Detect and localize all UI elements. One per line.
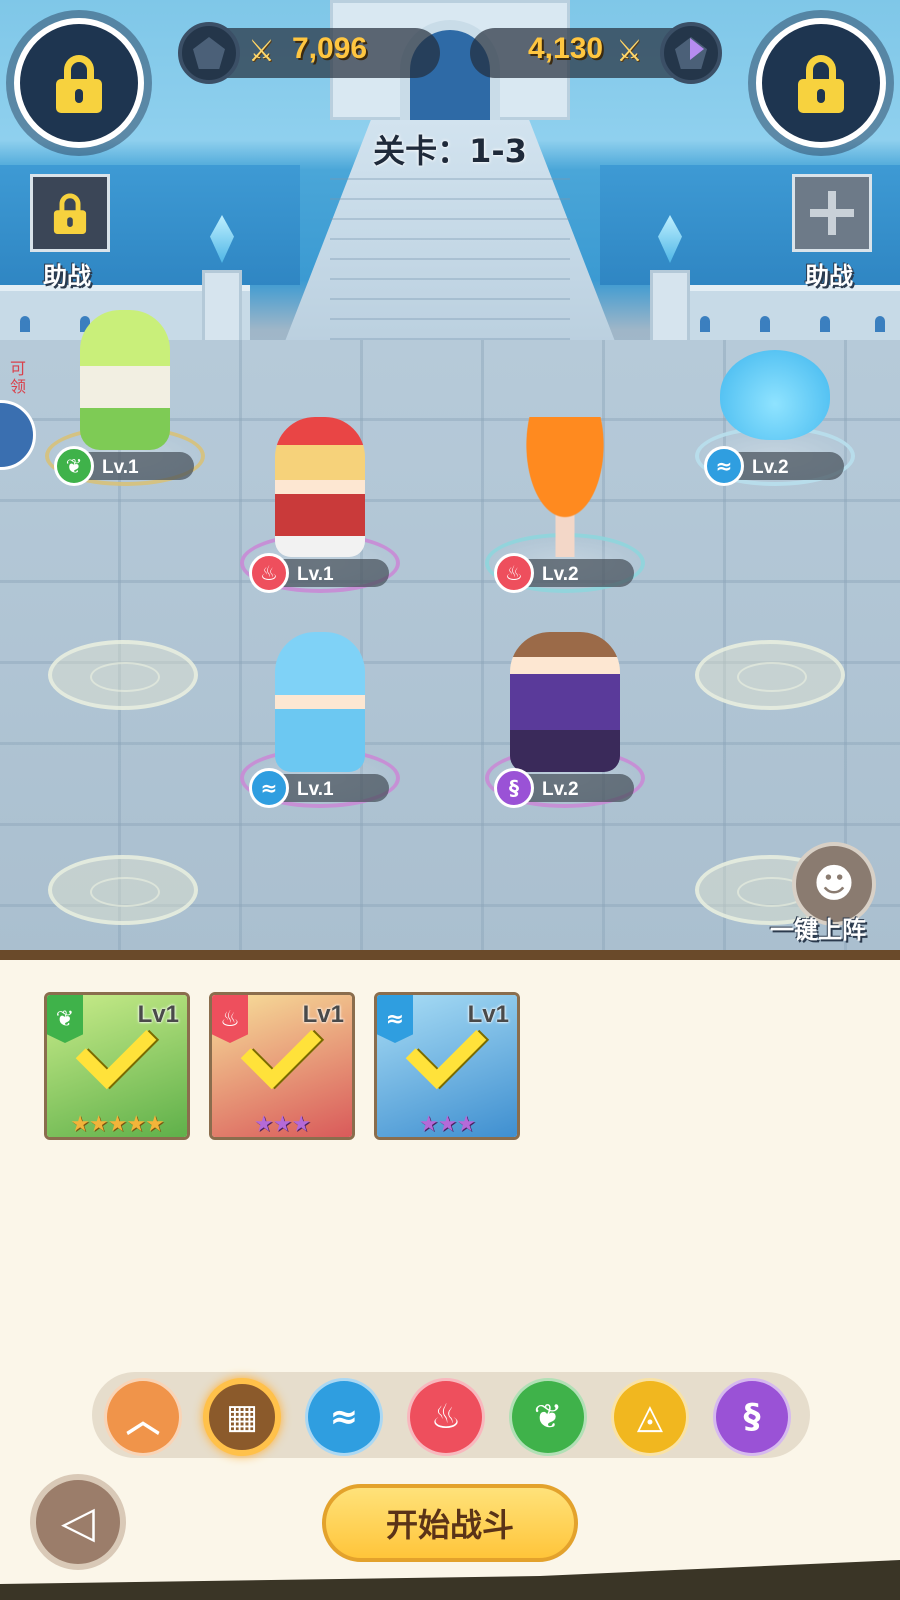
- pillar-right: [650, 270, 690, 350]
- unit-sprite: [275, 632, 365, 772]
- assist-slot-left[interactable]: [30, 174, 110, 252]
- flame-icon: ♨: [249, 553, 289, 593]
- unit-sprite: [275, 417, 365, 557]
- crossed-swords-icon: ⚔: [248, 34, 275, 69]
- wave-icon: ≈: [249, 768, 289, 808]
- enemy-power-value: 4,130: [528, 32, 604, 65]
- grid-icon[interactable]: ▦: [203, 1378, 281, 1456]
- star-rating: ★★★★★: [70, 1112, 165, 1137]
- flame-icon[interactable]: ♨: [407, 1378, 485, 1456]
- unit-sprite: [720, 350, 830, 440]
- flame-icon: ♨: [212, 995, 248, 1043]
- card-level: Lv1: [137, 1001, 179, 1028]
- auto-deploy-label[interactable]: 一键上阵: [770, 910, 866, 945]
- roster-card[interactable]: ❦ Lv1 ★★★★★: [44, 992, 190, 1140]
- lock-icon: [798, 55, 844, 113]
- lock-icon: [53, 193, 87, 234]
- roster-card[interactable]: ≈ Lv1 ★★★: [374, 992, 520, 1140]
- team-icon: ☻: [813, 861, 855, 907]
- panel-divider: [0, 950, 900, 960]
- sun-eye-icon[interactable]: ◬: [611, 1378, 689, 1456]
- wave-icon[interactable]: ≈: [305, 1378, 383, 1456]
- stage-label: 关卡：1-3: [373, 132, 527, 170]
- unit-level: Lv.1: [297, 564, 334, 585]
- dragon-icon[interactable]: §: [713, 1378, 791, 1456]
- unit-fire-girl[interactable]: ♨ Lv.1: [235, 407, 405, 607]
- player-power-value: 7,096: [292, 32, 368, 65]
- card-level: Lv1: [467, 1001, 509, 1028]
- empty-slot[interactable]: [695, 640, 845, 710]
- unit-level: Lv.2: [542, 779, 579, 800]
- unit-sprite: [80, 310, 170, 450]
- start-battle-button[interactable]: 开始战斗: [322, 1484, 578, 1562]
- unit-water-slime[interactable]: ≈ Lv.2: [690, 300, 860, 500]
- leaf-icon[interactable]: ❦: [509, 1378, 587, 1456]
- lock-icon: [56, 55, 102, 113]
- roster-card[interactable]: ♨ Lv1 ★★★: [209, 992, 355, 1140]
- back-button[interactable]: ◁: [30, 1474, 126, 1570]
- unit-level: Lv.1: [297, 779, 334, 800]
- unit-sprite: [505, 417, 625, 557]
- bridge-steps: [330, 160, 570, 360]
- empty-slot[interactable]: [48, 855, 198, 925]
- leaf-icon: ❦: [47, 995, 83, 1043]
- leaf-icon: ❦: [54, 446, 94, 486]
- assist-label-right: 助战: [805, 262, 853, 290]
- unit-level: Lv.2: [752, 457, 789, 478]
- flame-icon: ♨: [494, 553, 534, 593]
- assist-slot-right[interactable]: [792, 174, 872, 252]
- star-rating: ★★★: [253, 1112, 311, 1137]
- wave-icon: ≈: [377, 995, 413, 1043]
- unit-mushroom[interactable]: ♨ Lv.2: [480, 407, 650, 607]
- plus-icon: [810, 191, 854, 235]
- wave-icon: ≈: [704, 446, 744, 486]
- unit-water-girl[interactable]: ≈ Lv.1: [235, 622, 405, 822]
- chevron-up-icon[interactable]: ︿: [104, 1378, 182, 1456]
- unit-level: Lv.1: [102, 457, 139, 478]
- player-emblem-icon: [178, 22, 240, 84]
- unit-sprite: [510, 632, 620, 772]
- unit-green-archer[interactable]: ❦ Lv.1: [40, 300, 210, 500]
- assist-label-left: 助战: [43, 262, 91, 290]
- ground-decoration: [0, 1560, 900, 1600]
- back-arrow-icon: ◁: [61, 1496, 95, 1548]
- empty-slot[interactable]: [48, 640, 198, 710]
- unit-level: Lv.2: [542, 564, 579, 585]
- card-level: Lv1: [302, 1001, 344, 1028]
- unit-dark-knight[interactable]: § Lv.2: [480, 622, 650, 822]
- crossed-swords-icon: ⚔: [616, 34, 643, 69]
- side-claim-text[interactable]: 可领: [10, 360, 28, 396]
- dragon-icon: §: [494, 768, 534, 808]
- star-rating: ★★★: [418, 1112, 476, 1137]
